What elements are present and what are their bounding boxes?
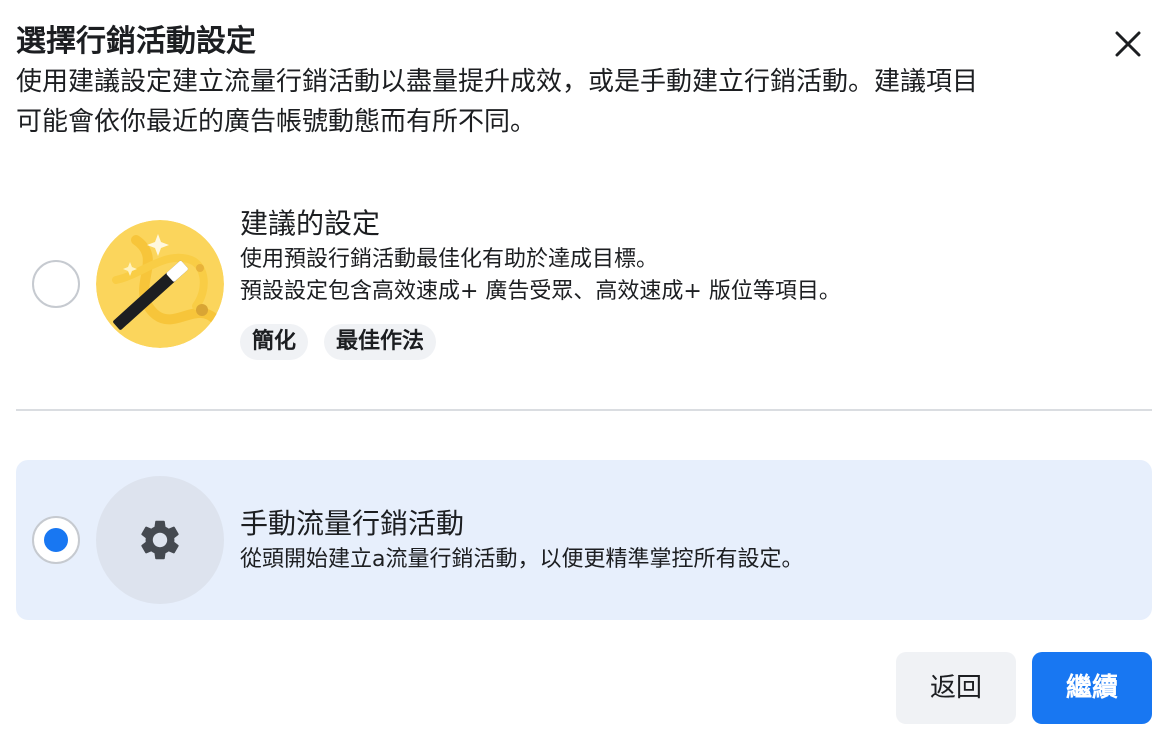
close-icon: [1115, 31, 1141, 57]
option-recommended-text: 建議的設定 使用預設行銷活動最佳化有助於達成目標。 預設設定包含高效速成+ 廣告…: [240, 204, 841, 360]
option-description-line: 從頭開始建立a流量行銷活動，以便更精準掌控所有設定。: [240, 547, 804, 572]
dialog-description: 使用建議設定建立流量行銷活動以盡量提升成效，或是手動建立行銷活動。建議項目 可能…: [16, 62, 1076, 142]
description-line: 使用建議設定建立流量行銷活動以盡量提升成效，或是手動建立行銷活動。建議項目: [16, 67, 979, 97]
description-line: 可能會依你最近的廣告帳號動態而有所不同。: [16, 107, 537, 137]
tag-simplified: 簡化: [240, 324, 309, 360]
gear-icon: [141, 520, 179, 560]
option-manual-text: 手動流量行銷活動 從頭開始建立a流量行銷活動，以便更精準掌控所有設定。: [240, 504, 803, 576]
option-description-line: 預設設定包含高效速成+ 廣告受眾、高效速成+ 版位等項目。: [240, 279, 841, 304]
tag-best-practice: 最佳作法: [324, 324, 437, 360]
back-button[interactable]: 返回: [896, 652, 1016, 724]
option-title: 手動流量行銷活動: [240, 507, 465, 540]
option-manual-traffic-campaign[interactable]: 手動流量行銷活動 從頭開始建立a流量行銷活動，以便更精準掌控所有設定。: [16, 460, 1152, 620]
campaign-setup-dialog: 選擇行銷活動設定 使用建議設定建立流量行銷活動以盡量提升成效，或是手動建立行銷活…: [0, 0, 1170, 738]
option-description-line: 使用預設行銷活動最佳化有助於達成目標。: [240, 247, 659, 272]
magic-wand-icon: [96, 220, 224, 348]
option-description: 從頭開始建立a流量行銷活動，以便更精準掌控所有設定。: [240, 544, 803, 576]
continue-button[interactable]: 繼續: [1032, 652, 1152, 724]
dialog-title: 選擇行銷活動設定: [16, 24, 256, 59]
close-button[interactable]: [1106, 22, 1150, 66]
option-title: 建議的設定: [240, 207, 381, 240]
option-description: 使用預設行銷活動最佳化有助於達成目標。 預設設定包含高效速成+ 廣告受眾、高效速…: [240, 244, 841, 308]
gear-illustration: [96, 476, 224, 604]
radio-recommended[interactable]: [32, 260, 80, 308]
magic-wand-illustration: [96, 220, 224, 348]
tag-list: 簡化 最佳作法: [240, 324, 841, 360]
radio-selected-dot: [44, 528, 68, 552]
radio-manual[interactable]: [32, 516, 80, 564]
divider: [16, 409, 1152, 411]
option-recommended-settings[interactable]: 建議的設定 使用預設行銷活動最佳化有助於達成目標。 預設設定包含高效速成+ 廣告…: [16, 200, 1152, 380]
